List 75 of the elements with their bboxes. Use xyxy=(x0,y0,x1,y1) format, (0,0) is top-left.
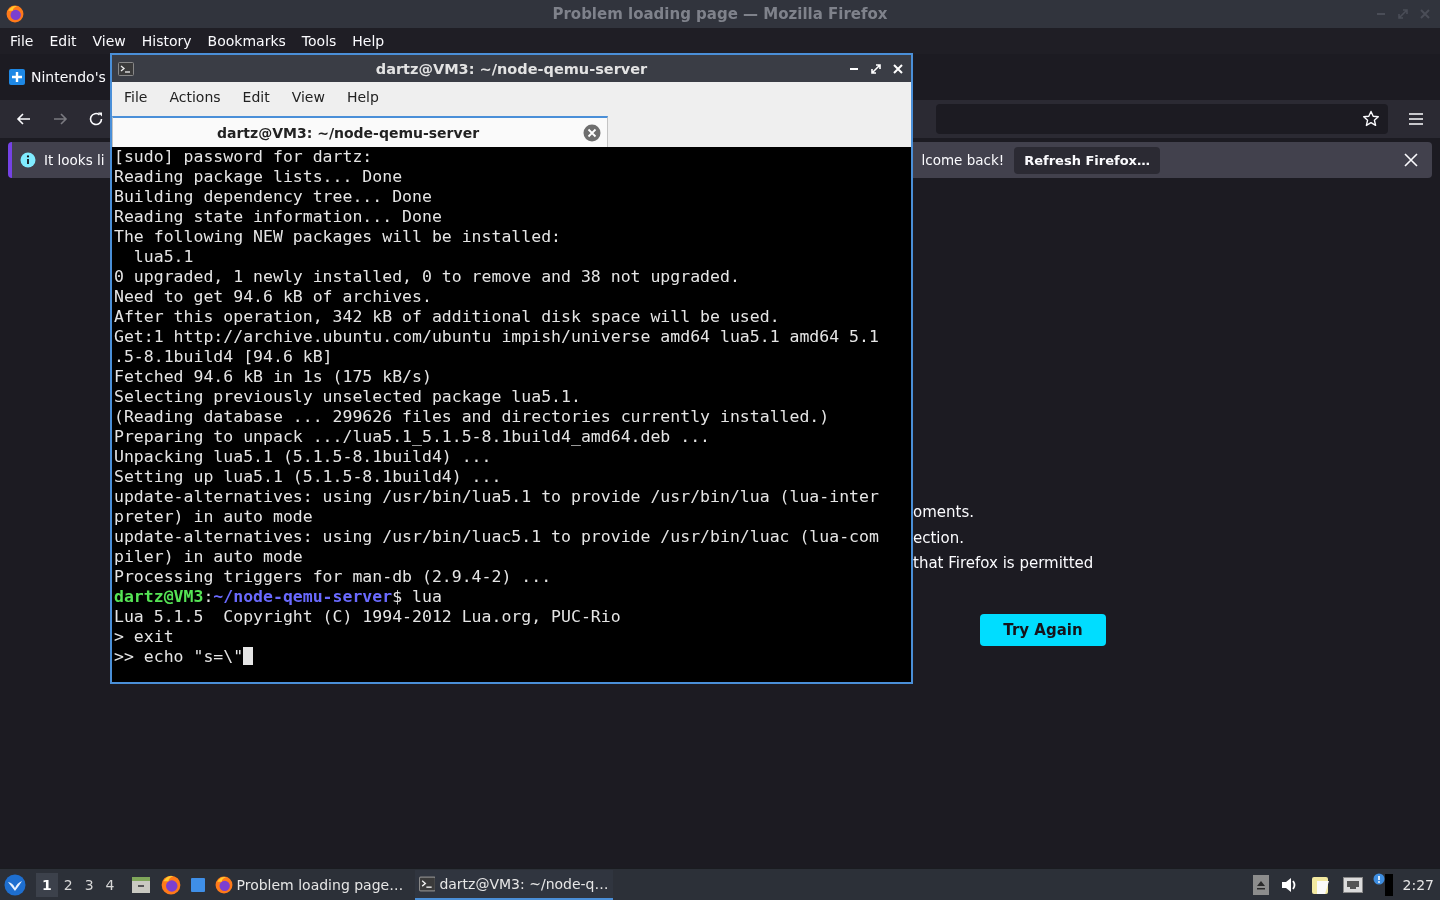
workspace-button[interactable]: 4 xyxy=(99,872,121,897)
try-again-button[interactable]: Try Again xyxy=(980,613,1106,646)
terminal-line: [sudo] password for dartz: xyxy=(114,147,373,167)
terminal-line: 0 upgraded, 1 newly installed, 0 to remove and 38 not upgraded. xyxy=(114,267,740,287)
bookmark-star-icon[interactable] xyxy=(1362,110,1380,128)
workspace-button[interactable]: 1 xyxy=(36,872,58,897)
tray-block xyxy=(1384,873,1393,896)
terminal-line: Need to get 94.6 kB of archives. xyxy=(114,287,432,307)
menu-item[interactable]: Help xyxy=(338,89,387,105)
terminal-line: Selecting previously unselected package lua5.1. xyxy=(114,387,581,407)
terminal-line: Fetched 94.6 kB in 1s (175 kB/s) xyxy=(114,367,432,387)
prompt-line: dartz@VM3:~/node-qemu-server$ lua xyxy=(114,587,442,607)
refresh-firefox-button[interactable]: Refresh Firefox… xyxy=(1014,146,1160,174)
menu-item[interactable]: Actions xyxy=(161,89,229,105)
menu-item[interactable]: Edit xyxy=(234,89,278,105)
terminal-line: Lua 5.1.5 Copyright (C) 1994-2012 Lua.org, PUC-Rio xyxy=(114,607,621,627)
terminal-line: preter) in auto mode xyxy=(114,507,313,527)
error-text: ection. xyxy=(913,527,964,549)
notification-text: lcome back! xyxy=(921,152,1005,168)
terminal-line: Get:1 http://archive.ubuntu.com/ubuntu impish/universe amd64 lua5.1 amd64 5.1 xyxy=(114,327,879,347)
terminal-line: Processing triggers for man-db (2.9.4-2) ... xyxy=(114,567,552,587)
terminal-tab[interactable]: dartz@VM3: ~/node-qemu-server xyxy=(112,116,608,147)
terminal-line: After this operation, 342 kB of additional disk space will be used. xyxy=(114,307,780,327)
menu-item[interactable]: Bookmarks xyxy=(199,33,294,49)
terminal-icon xyxy=(118,61,134,76)
file-drawer-icon[interactable] xyxy=(130,875,151,894)
taskbar-button[interactable]: Problem loading page… xyxy=(210,869,409,900)
menu-item[interactable]: View xyxy=(84,33,134,49)
menu-item[interactable]: File xyxy=(2,33,42,49)
browser-tab[interactable]: Nintendo's xyxy=(9,69,106,85)
terminal-line: Building dependency tree... Done xyxy=(114,187,432,207)
error-text: oments. xyxy=(913,502,974,523)
clock[interactable]: 2:27 xyxy=(1402,876,1434,893)
info-icon xyxy=(20,152,36,168)
menu-item[interactable]: Tools xyxy=(293,33,345,49)
terminal-line: Setting up lua5.1 (5.1.5-8.1build4) ... xyxy=(114,467,502,487)
terminal-line: (Reading database ... 299626 files and directories currently installed.) xyxy=(114,407,830,427)
terminal-line: update-alternatives: using /usr/bin/lua5.1 to provide /usr/bin/lua (lua-inter xyxy=(114,487,879,507)
eject-icon[interactable] xyxy=(1252,874,1269,895)
menu-item[interactable]: History xyxy=(133,33,200,49)
terminal-line: > exit xyxy=(114,627,174,647)
square-icon[interactable] xyxy=(190,877,205,892)
terminal-line: Unpacking lua5.1 (5.1.5-8.1build4) ... xyxy=(114,447,492,467)
network-port-icon[interactable] xyxy=(1342,876,1363,893)
clipboard-icon[interactable] xyxy=(1310,874,1331,895)
workspace-button[interactable]: 2 xyxy=(57,872,79,897)
firefox-logo-icon xyxy=(6,5,24,23)
menu-icon[interactable] xyxy=(1408,112,1424,126)
window-title: dartz@VM3: ~/node-qemu-server xyxy=(375,60,648,77)
notification-text: It looks li xyxy=(44,152,105,168)
reload-icon[interactable] xyxy=(88,111,104,127)
menu-item[interactable]: Help xyxy=(344,33,393,49)
close-icon[interactable] xyxy=(583,123,601,142)
terminal-line: Reading state information... Done xyxy=(114,207,442,227)
terminal-line: update-alternatives: using /usr/bin/luac5.1 to provide /usr/bin/luac (lua-com xyxy=(114,527,879,547)
terminal-icon xyxy=(418,875,436,892)
plus-square-icon xyxy=(9,69,25,85)
workspace-button[interactable]: 3 xyxy=(78,872,100,897)
info-badge-icon[interactable] xyxy=(1372,873,1385,887)
terminal-line: Reading package lists... Done xyxy=(114,167,403,187)
window-title: Problem loading page — Mozilla Firefox xyxy=(552,5,888,23)
firefox-logo-icon[interactable] xyxy=(160,874,181,895)
back-arrow-icon[interactable] xyxy=(16,111,32,127)
terminal-line: The following NEW packages will be installed: xyxy=(114,227,562,247)
error-text: that Firefox is permitted xyxy=(913,553,1094,574)
firefox-logo-icon xyxy=(214,875,233,894)
terminal-line: .5-8.1build4 [94.6 kB] xyxy=(114,347,333,367)
menu-item[interactable]: File xyxy=(116,89,156,105)
terminal-line: >> echo "s=\" xyxy=(114,647,254,667)
menu-item[interactable]: View xyxy=(283,89,333,105)
terminal-line: Preparing to unpack .../lua5.1_5.1.5-8.1build4_amd64.deb ... xyxy=(114,427,711,447)
terminal-line: piler) in auto mode xyxy=(114,547,303,567)
menu-item[interactable]: Edit xyxy=(41,33,85,49)
taskbar-button[interactable]: dartz@VM3: ~/node-q… xyxy=(414,869,613,900)
terminal-line: lua5.1 xyxy=(132,247,194,267)
